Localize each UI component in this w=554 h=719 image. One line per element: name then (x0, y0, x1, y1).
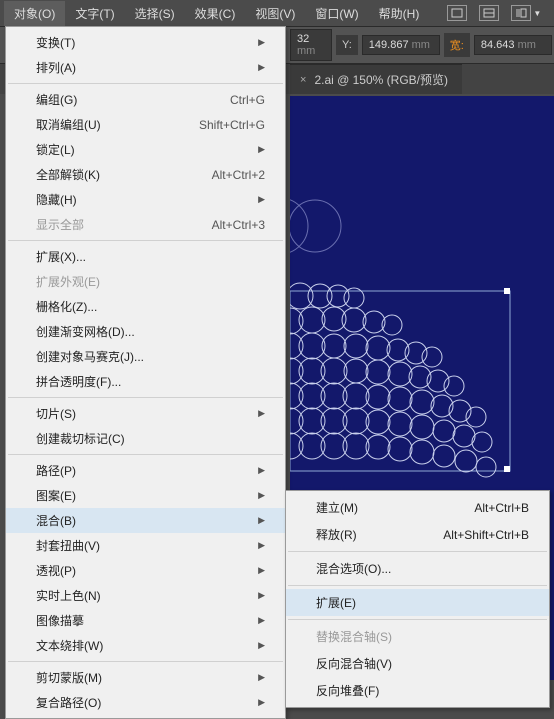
menu-crop-marks[interactable]: 创建裁切标记(C) (6, 426, 285, 451)
submenu-arrow-icon: ▶ (258, 37, 265, 48)
menu-window[interactable]: 窗口(W) (305, 1, 368, 26)
menu-envelope[interactable]: 封套扭曲(V)▶ (6, 533, 285, 558)
submenu-arrow-icon: ▶ (258, 515, 265, 526)
menu-separator (8, 661, 283, 662)
menu-arrange[interactable]: 排列(A)▶ (6, 55, 285, 80)
menu-group[interactable]: 编组(G)Ctrl+G (6, 87, 285, 112)
submenu-reverse-spine[interactable]: 反向混合轴(V) (286, 650, 549, 677)
menu-pattern[interactable]: 图案(E)▶ (6, 483, 285, 508)
y-label: Y: (336, 35, 358, 55)
menu-image-trace[interactable]: 图像描摹▶ (6, 608, 285, 633)
menu-transform[interactable]: 变换(T)▶ (6, 30, 285, 55)
menu-expand-appearance: 扩展外观(E) (6, 269, 285, 294)
submenu-arrow-icon: ▶ (258, 640, 265, 651)
blend-submenu: 建立(M)Alt+Ctrl+B 释放(R)Alt+Shift+Ctrl+B 混合… (285, 490, 550, 708)
submenu-arrow-icon: ▶ (258, 615, 265, 626)
submenu-arrow-icon: ▶ (258, 697, 265, 708)
object-menu-dropdown: 变换(T)▶ 排列(A)▶ 编组(G)Ctrl+G 取消编组(U)Shift+C… (5, 26, 286, 719)
submenu-make[interactable]: 建立(M)Alt+Ctrl+B (286, 494, 549, 521)
submenu-arrow-icon: ▶ (258, 590, 265, 601)
menu-hide[interactable]: 隐藏(H)▶ (6, 187, 285, 212)
menu-clipping-mask[interactable]: 剪切蒙版(M)▶ (6, 665, 285, 690)
x-field[interactable]: 32 mm (290, 29, 332, 61)
tool-icon-2[interactable] (479, 5, 499, 21)
submenu-expand[interactable]: 扩展(E) (286, 589, 549, 616)
submenu-arrow-icon: ▶ (258, 565, 265, 576)
tab-close-icon[interactable]: × (300, 74, 306, 86)
width-label: 宽: (444, 33, 470, 57)
menu-unlock-all[interactable]: 全部解锁(K)Alt+Ctrl+2 (6, 162, 285, 187)
menu-perspective[interactable]: 透视(P)▶ (6, 558, 285, 583)
menu-separator (8, 397, 283, 398)
submenu-arrow-icon: ▶ (258, 408, 265, 419)
submenu-arrow-icon: ▶ (258, 490, 265, 501)
menu-view[interactable]: 视图(V) (245, 1, 305, 26)
submenu-release[interactable]: 释放(R)Alt+Shift+Ctrl+B (286, 521, 549, 548)
tool-icon-1[interactable] (447, 5, 467, 21)
submenu-arrow-icon: ▶ (258, 62, 265, 73)
submenu-blend-options[interactable]: 混合选项(O)... (286, 555, 549, 582)
menu-type[interactable]: 文字(T) (65, 1, 124, 26)
menu-effect[interactable]: 效果(C) (185, 1, 246, 26)
menu-blend[interactable]: 混合(B)▶ (6, 508, 285, 533)
menu-separator (8, 240, 283, 241)
menubar-tools: ▼ (447, 5, 541, 21)
y-field[interactable]: 149.867 mm (362, 35, 440, 55)
menu-separator (8, 83, 283, 84)
submenu-replace-spine: 替换混合轴(S) (286, 623, 549, 650)
menu-text-wrap[interactable]: 文本绕排(W)▶ (6, 633, 285, 658)
menu-separator (288, 619, 547, 620)
menu-separator (8, 454, 283, 455)
tool-dropdown-icon[interactable]: ▼ (511, 5, 541, 21)
submenu-arrow-icon: ▶ (258, 194, 265, 205)
width-field[interactable]: 84.643 mm (474, 35, 552, 55)
menu-show-all: 显示全部Alt+Ctrl+3 (6, 212, 285, 237)
tab-title: 2.ai @ 150% (RGB/预览) (314, 71, 448, 88)
menu-slice[interactable]: 切片(S)▶ (6, 401, 285, 426)
document-tab[interactable]: × 2.ai @ 150% (RGB/预览) (290, 64, 462, 94)
menu-separator (288, 585, 547, 586)
menu-expand[interactable]: 扩展(X)... (6, 244, 285, 269)
submenu-reverse-front[interactable]: 反向堆叠(F) (286, 677, 549, 704)
menu-lock[interactable]: 锁定(L)▶ (6, 137, 285, 162)
menubar: 对象(O) 文字(T) 选择(S) 效果(C) 视图(V) 窗口(W) 帮助(H… (0, 0, 554, 26)
menu-rasterize[interactable]: 栅格化(Z)... (6, 294, 285, 319)
submenu-arrow-icon: ▶ (258, 144, 265, 155)
menu-path[interactable]: 路径(P)▶ (6, 458, 285, 483)
menu-object[interactable]: 对象(O) (4, 1, 65, 26)
submenu-arrow-icon: ▶ (258, 540, 265, 551)
menu-gradient-mesh[interactable]: 创建渐变网格(D)... (6, 319, 285, 344)
submenu-arrow-icon: ▶ (258, 465, 265, 476)
menu-flatten-transparency[interactable]: 拼合透明度(F)... (6, 369, 285, 394)
menu-separator (288, 551, 547, 552)
submenu-arrow-icon: ▶ (258, 672, 265, 683)
menu-live-paint[interactable]: 实时上色(N)▶ (6, 583, 285, 608)
menu-help[interactable]: 帮助(H) (369, 1, 430, 26)
menu-object-mosaic[interactable]: 创建对象马赛克(J)... (6, 344, 285, 369)
menu-ungroup[interactable]: 取消编组(U)Shift+Ctrl+G (6, 112, 285, 137)
menu-compound-path[interactable]: 复合路径(O)▶ (6, 690, 285, 715)
menu-select[interactable]: 选择(S) (125, 1, 185, 26)
